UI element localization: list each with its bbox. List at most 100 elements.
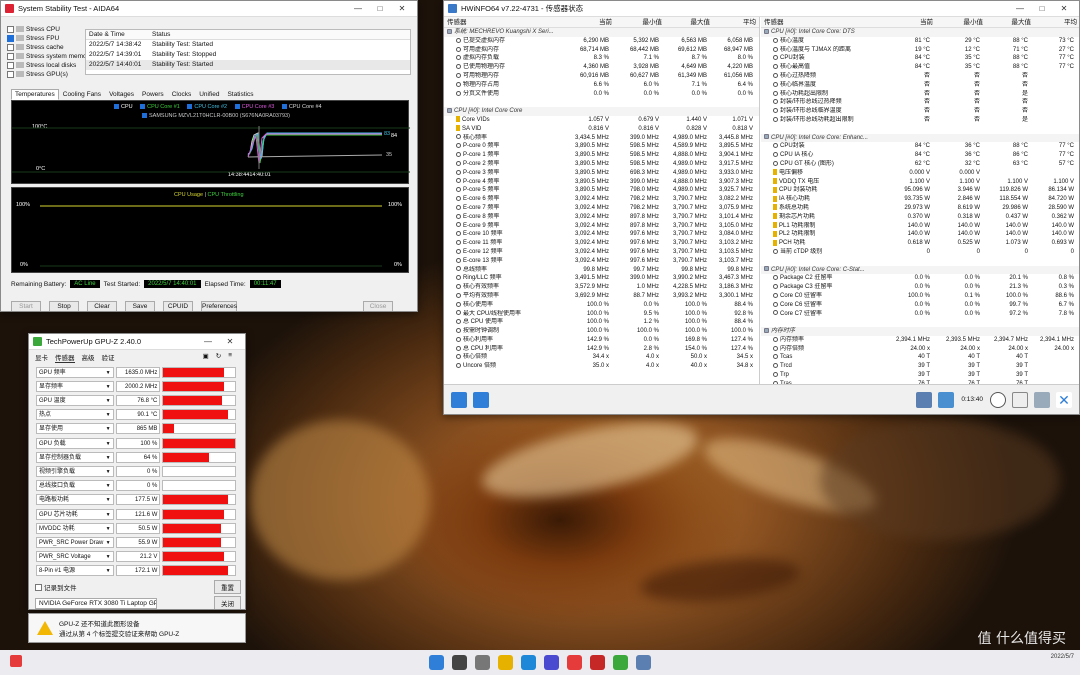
sensor-row[interactable]: 系统总功耗 29.973 W 8.619 W 29.986 W 28.590 W — [761, 204, 1079, 213]
dropdown-arrow-icon[interactable]: ▼ — [106, 439, 113, 448]
store-icon[interactable] — [544, 655, 559, 670]
log-row[interactable]: 2022/5/7 14:38:42 Stability Test: Started — [86, 40, 410, 50]
gpuz-sensor-row[interactable]: 8-Pin #1 电源 ▼ 172.1 W — [36, 565, 236, 577]
sensor-group-header[interactable]: CPU [#0]: Intel Core Core: C-Stat... — [761, 265, 1079, 275]
sensor-label-dropdown[interactable]: PWR_SRC Power Draw ▼ — [36, 536, 114, 548]
hwinfo-window[interactable]: HWiNFO64 v7.22-4731 - 传感器状态 — □ ✕ 传感器 当前… — [443, 0, 1080, 415]
dropdown-arrow-icon[interactable]: ▼ — [106, 495, 113, 504]
sensor-row[interactable]: 封装/环形总线过热降频 否 否 否 — [761, 98, 1079, 107]
sensor-row[interactable]: Uncore 倍频 35.0 x 4.0 x 40.0 x 34.8 x — [444, 362, 759, 371]
sensor-row[interactable]: 已使用物理内存 4,360 MB 3,928 MB 4,649 MB 4,220 MB — [444, 63, 759, 72]
gpuz-sensor-row[interactable]: GPU 温度 ▼ 76.8 °C — [36, 394, 236, 406]
cpuid-button[interactable]: CPUID — [163, 301, 193, 311]
menu-icon[interactable]: ≡ — [228, 352, 232, 363]
dropdown-arrow-icon[interactable]: ▼ — [106, 410, 113, 419]
sensor-row[interactable]: CPU GT 核心 (图形) 62 °C 32 °C 63 °C 57 °C — [761, 160, 1079, 169]
minimize-icon[interactable]: — — [197, 337, 219, 346]
save-button[interactable]: Save — [125, 301, 155, 311]
dropdown-arrow-icon[interactable]: ▼ — [106, 453, 113, 462]
sensor-label-dropdown[interactable]: 视频引擎负载 ▼ — [36, 465, 114, 477]
sensor-row[interactable]: 电压偏移 0.000 V 0.000 V — [761, 169, 1079, 178]
sensor-label-dropdown[interactable]: GPU 芯片功耗 ▼ — [36, 508, 114, 520]
gpuz-sensor-row[interactable]: 总线接口负载 ▼ 0 % — [36, 480, 236, 492]
stress-cpu-option[interactable]: Stress CPU — [7, 25, 87, 34]
settings-icon[interactable] — [1034, 391, 1050, 408]
sensor-row[interactable]: P-core 4 频率 3,890.5 MHz 399.0 MHz 4,888.0 M… — [444, 178, 759, 187]
dropdown-arrow-icon[interactable]: ▼ — [106, 424, 113, 433]
sensor-label-dropdown[interactable]: 显存控制器负载 ▼ — [36, 451, 114, 463]
sensor-group-header[interactable]: CPU [#0]: Intel Core Core: DTS — [761, 28, 1079, 37]
sensor-row[interactable]: 核心过热降频 否 否 否 — [761, 72, 1079, 81]
sensor-row[interactable]: 核心有效频率 3,572.9 MHz 1.0 MHz 4,228.5 MHz 3,186… — [444, 283, 759, 292]
game-app-icon[interactable] — [567, 655, 582, 670]
close-icon[interactable]: ✕ — [391, 4, 413, 13]
close-icon[interactable]: ✕ — [219, 337, 241, 346]
gpuz-sensor-row[interactable]: 电路板功耗 ▼ 177.5 W — [36, 494, 236, 506]
sensor-row[interactable]: 总 CPU 利用率 142.9 % 2.8 % 154.0 % 127.4 % — [444, 345, 759, 354]
stress-disks-option[interactable]: Stress local disks — [7, 61, 87, 70]
sensor-row[interactable]: 可用物理内存 60,916 MB 60,627 MB 61,349 MB 61,056 … — [444, 72, 759, 81]
gpuz-sensor-row[interactable]: PWR_SRC Power Draw ▼ 55.9 W — [36, 536, 236, 548]
sensor-row[interactable]: 剩余芯片功耗 0.370 W 0.318 W 0.437 W 0.362 W — [761, 213, 1079, 222]
sensor-panel-left[interactable]: 传感器 当前 最小值 最大值 平均 系统: MECHREVO Kuangshi … — [444, 17, 760, 384]
dropdown-arrow-icon[interactable]: ▼ — [106, 524, 113, 533]
sensor-group-header[interactable]: CPU [#0]: Intel Core Core — [444, 107, 759, 116]
start-icon[interactable] — [429, 655, 444, 670]
search-icon[interactable] — [452, 655, 467, 670]
sensor-row[interactable]: 可用虚拟内存 68,714 MB 68,442 MB 69,612 MB 68,947 … — [444, 46, 759, 55]
sensor-row[interactable]: P-core 0 频率 3,890.5 MHz 598.5 MHz 4,589.9 M… — [444, 142, 759, 151]
sensor-row[interactable]: E-core 9 频率 3,092.4 MHz 897.8 MHz 3,790.7 M… — [444, 222, 759, 231]
sensor-row[interactable]: 分页文件使用 0.0 % 0.0 % 0.0 % 0.0 % — [444, 90, 759, 99]
nav-right-icon[interactable] — [473, 391, 489, 408]
close-sensors-icon[interactable]: ✕ — [1056, 391, 1072, 408]
clock-icon[interactable] — [990, 391, 1006, 408]
sensor-row[interactable]: E-core 6 频率 3,092.4 MHz 798.2 MHz 3,790.7 M… — [444, 195, 759, 204]
sensor-row[interactable]: 最大 CPU/线程使用率 100.0 % 9.5 % 100.0 % 92.8 % — [444, 310, 759, 319]
sensor-row[interactable]: P-core 1 频率 3,890.5 MHz 598.5 MHz 4,888.0 M… — [444, 151, 759, 160]
sensor-row[interactable]: 核心倍频 34.4 x 4.0 x 50.0 x 34.5 x — [444, 353, 759, 362]
sensor-label-dropdown[interactable]: 热点 ▼ — [36, 409, 114, 421]
sensor-row[interactable]: E-core 11 频率 3,092.4 MHz 997.6 MHz 3,790.7 … — [444, 239, 759, 248]
sensor-row[interactable]: 内存频率 2,394.1 MHz 2,393.5 MHz 2,394.7 MHz 2,3… — [761, 336, 1079, 345]
sensor-row[interactable]: CPU 封装功耗 95.096 W 3.946 W 119.826 W 86.134 W — [761, 186, 1079, 195]
minimize-icon[interactable]: — — [347, 4, 369, 13]
status-log[interactable]: Date & Time Status 2022/5/7 14:38:42 Stab… — [85, 29, 411, 75]
sensor-row[interactable]: 内存倍频 24.00 x 24.00 x 24.00 x 24.00 x — [761, 345, 1079, 354]
sensor-row[interactable]: 核心功耗超出限制 否 否 是 — [761, 90, 1079, 99]
aida64-taskbar-icon[interactable] — [590, 655, 605, 670]
sensor-row[interactable]: Trp 39 T 39 T 39 T — [761, 371, 1079, 380]
gpuz-sensor-row[interactable]: 视频引擎负载 ▼ 0 % — [36, 465, 236, 477]
sensor-row[interactable]: 核心临界温度 否 否 否 — [761, 81, 1079, 90]
hwinfo-taskbar-icon[interactable] — [636, 655, 651, 670]
stress-cache-checkbox[interactable] — [7, 43, 14, 51]
stress-memory-option[interactable]: Stress system memory — [7, 52, 92, 61]
aida64-window[interactable]: System Stability Test - AIDA64 — □ ✕ Str… — [0, 0, 418, 312]
dropdown-arrow-icon[interactable]: ▼ — [106, 382, 113, 391]
sensor-row[interactable]: Core VIDs 1.057 V 0.679 V 1.440 V 1.071 V — [444, 116, 759, 125]
dropdown-arrow-icon[interactable]: ▼ — [106, 467, 113, 476]
stress-gpu-checkbox[interactable] — [7, 70, 14, 78]
tab-graphics-card[interactable]: 显卡 — [35, 352, 48, 363]
tab-temperatures[interactable]: Temperatures — [11, 89, 59, 100]
stress-cpu-checkbox[interactable] — [7, 25, 14, 33]
sensor-label-dropdown[interactable]: GPU 负载 ▼ — [36, 437, 114, 449]
sensor-row[interactable]: 核心利用率 142.9 % 0.0 % 169.8 % 127.4 % — [444, 336, 759, 345]
sensor-row[interactable]: E-core 13 频率 3,092.4 MHz 997.6 MHz 3,790.7 … — [444, 257, 759, 266]
gpuz-sensor-row[interactable]: GPU 芯片功耗 ▼ 121.6 W — [36, 508, 236, 520]
sensor-group-header[interactable]: 内存时序 — [761, 327, 1079, 336]
gpuz-notification[interactable]: GPU-Z 还不知道此图形设备 通过从第 4 个标签提交验证来帮助 GPU-Z — [28, 613, 246, 643]
sensor-row[interactable]: 虚拟内存负载 8.3 % 7.1 % 8.7 % 8.0 % — [444, 54, 759, 63]
sensor-row[interactable]: P-core 2 频率 3,890.5 MHz 598.5 MHz 4,989.0 M… — [444, 160, 759, 169]
preferences-button[interactable]: Preferences — [201, 301, 237, 311]
camera-icon[interactable]: ▣ — [203, 352, 209, 363]
dropdown-arrow-icon[interactable]: ▼ — [106, 481, 113, 490]
sensor-row[interactable]: E-core 12 频率 3,092.4 MHz 997.6 MHz 3,790.7 … — [444, 248, 759, 257]
sensor-row[interactable]: 物理内存占用 6.6 % 6.0 % 7.1 % 6.4 % — [444, 81, 759, 90]
close-button[interactable]: 关闭 — [214, 596, 241, 609]
sensor-row[interactable]: IA 核心功耗 93.735 W 2.846 W 118.554 W 84.720 W — [761, 195, 1079, 204]
sensor-row[interactable]: E-core 10 频率 3,092.4 MHz 997.6 MHz 3,790.7 … — [444, 230, 759, 239]
sensor-label-dropdown[interactable]: 电路板功耗 ▼ — [36, 494, 114, 506]
dropdown-arrow-icon[interactable]: ▼ — [106, 396, 113, 405]
sensor-row[interactable]: 当前 cTDP 级别 0 0 0 0 — [761, 248, 1079, 257]
sensor-row[interactable]: 封装/环形总线功耗超出限制 否 否 是 — [761, 116, 1079, 125]
